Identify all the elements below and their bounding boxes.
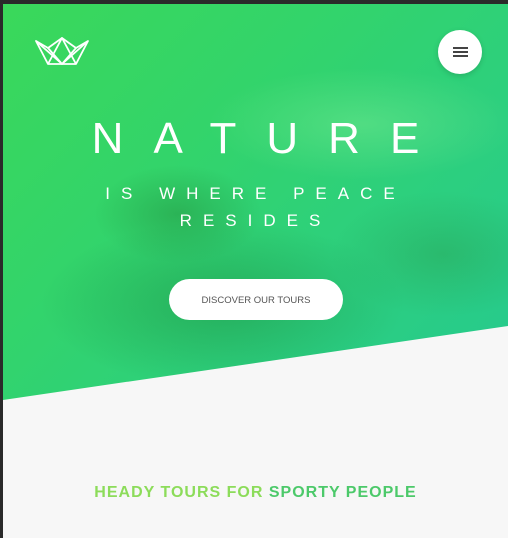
section-heading: HEADY TOURS FOR SPORTY PEOPLE (3, 484, 508, 502)
crown-icon[interactable] (34, 36, 90, 66)
hero-section: NATURE IS WHERE PEACE RESIDES DISCOVER O… (3, 4, 508, 400)
hamburger-menu-icon (453, 47, 468, 49)
section-heading-part-1: HEADY TOURS FOR (94, 484, 269, 501)
menu-button[interactable] (438, 30, 482, 74)
page: NATURE IS WHERE PEACE RESIDES DISCOVER O… (3, 4, 508, 538)
discover-tours-button[interactable]: DISCOVER OUR TOURS (169, 279, 343, 320)
hero-subtitle: IS WHERE PEACE RESIDES (105, 184, 406, 230)
hero-title: NATURE (91, 114, 450, 163)
section-heading-part-2: SPORTY PEOPLE (268, 484, 417, 501)
